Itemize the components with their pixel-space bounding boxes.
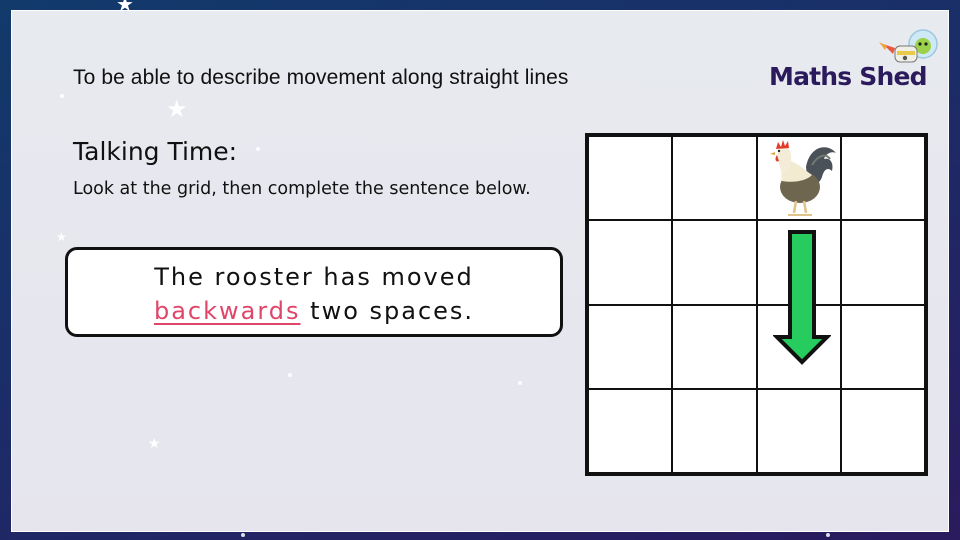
rooster-icon [769, 140, 836, 216]
grid-cell [672, 304, 757, 389]
grid-cell [840, 220, 925, 305]
sentence-box: The rooster has moved backwards two spac… [65, 247, 563, 337]
grid-cell [588, 220, 673, 305]
grid-cell [672, 136, 757, 221]
grid-cell [672, 388, 757, 473]
star-decoration: ★ [166, 95, 188, 123]
star-decoration [60, 94, 64, 98]
star-decoration: ★ [148, 436, 161, 452]
grid-cell [588, 136, 673, 221]
movement-grid [585, 133, 928, 476]
grid-cell [672, 220, 757, 305]
grid-cell [840, 136, 925, 221]
grid-cell [588, 304, 673, 389]
star-decoration: ★ [56, 230, 67, 244]
maths-shed-logo: Maths Shed [767, 26, 939, 96]
sentence-ending: two spaces. [310, 297, 475, 325]
star-decoration [826, 533, 830, 537]
instruction-text: Look at the grid, then complete the sent… [73, 179, 531, 199]
rocket-mascot-icon [879, 29, 938, 63]
sentence-line-2: backwards two spaces. [68, 294, 560, 328]
grid-cell [588, 388, 673, 473]
star-decoration [256, 147, 260, 151]
star-decoration [518, 381, 522, 385]
logo-text: Maths Shed [769, 62, 928, 91]
star-decoration [288, 373, 292, 377]
grid-cell [756, 388, 841, 473]
talking-time-title: Talking Time: [73, 137, 238, 166]
grid-cell [840, 304, 925, 389]
grid-cell [756, 136, 841, 221]
star-decoration [241, 533, 245, 537]
arrow-down-icon [773, 230, 831, 365]
sentence-line-1: The rooster has moved [154, 263, 474, 291]
learning-objective: To be able to describe movement along st… [73, 66, 569, 89]
grid-cell [840, 388, 925, 473]
answer-word: backwards [153, 297, 301, 325]
